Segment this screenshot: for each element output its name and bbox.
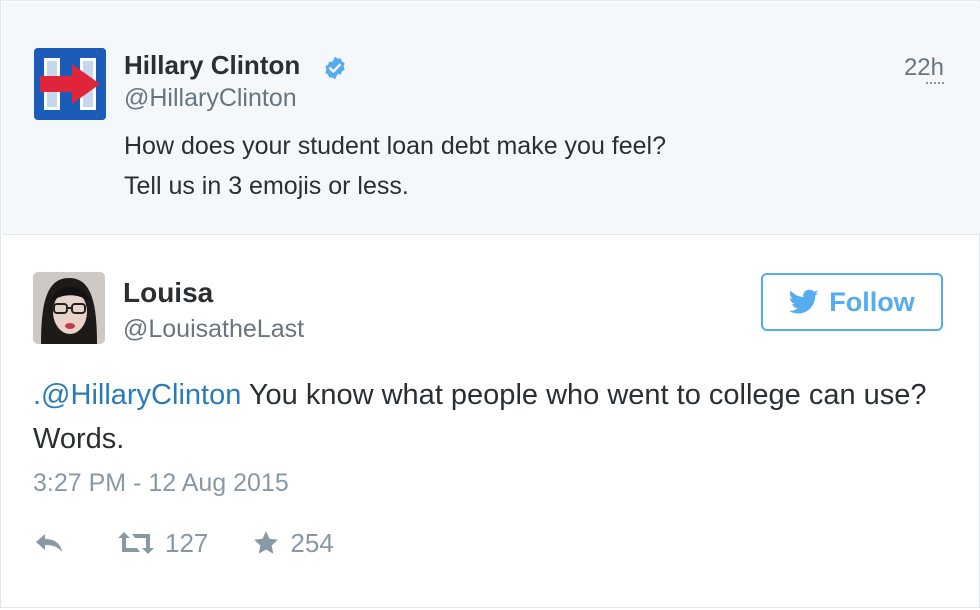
parent-author-handle[interactable]: @HillaryClinton: [124, 84, 297, 113]
retweet-icon: [118, 532, 154, 554]
reply-button[interactable]: [33, 530, 65, 556]
parent-timestamp[interactable]: 22h: [904, 54, 944, 82]
tweet-embed: Hillary Clinton @HillaryClinton 22h How …: [0, 0, 980, 608]
verified-badge-icon: [325, 56, 345, 80]
retweet-count: 127: [165, 527, 209, 558]
favorite-button[interactable]: 254: [252, 527, 334, 559]
tweet-text: .@HillaryClinton You know what people wh…: [33, 373, 953, 461]
parent-tweet[interactable]: Hillary Clinton @HillaryClinton 22h How …: [2, 2, 980, 235]
tweet-actions: 127 254: [33, 523, 334, 563]
follow-button[interactable]: Follow: [761, 273, 943, 331]
parent-text-line: How does your student loan debt make you…: [124, 132, 667, 160]
timestamp-underline: [926, 80, 944, 84]
reply-icon: [36, 534, 62, 552]
favorite-count: 254: [290, 527, 334, 558]
parent-tweet-text: How does your student loan debt make you…: [124, 126, 666, 206]
author-handle[interactable]: @LouisatheLast: [123, 315, 304, 344]
mention-link[interactable]: .@HillaryClinton: [33, 379, 241, 411]
louisa-avatar[interactable]: [33, 272, 105, 344]
profile-photo-icon: [33, 272, 105, 344]
author-name[interactable]: Louisa: [123, 277, 213, 309]
follow-label: Follow: [829, 286, 915, 317]
parent-text-line: Tell us in 3 emojis or less.: [124, 172, 409, 200]
retweet-button[interactable]: 127: [117, 528, 208, 559]
hillary-logo-avatar[interactable]: [34, 48, 106, 120]
tweet-date[interactable]: 3:27 PM - 12 Aug 2015: [33, 469, 289, 498]
twitter-bird-icon: [789, 289, 819, 314]
star-icon: [254, 531, 279, 554]
parent-author-name[interactable]: Hillary Clinton: [124, 50, 300, 81]
h-arrow-logo-icon: [34, 48, 106, 120]
